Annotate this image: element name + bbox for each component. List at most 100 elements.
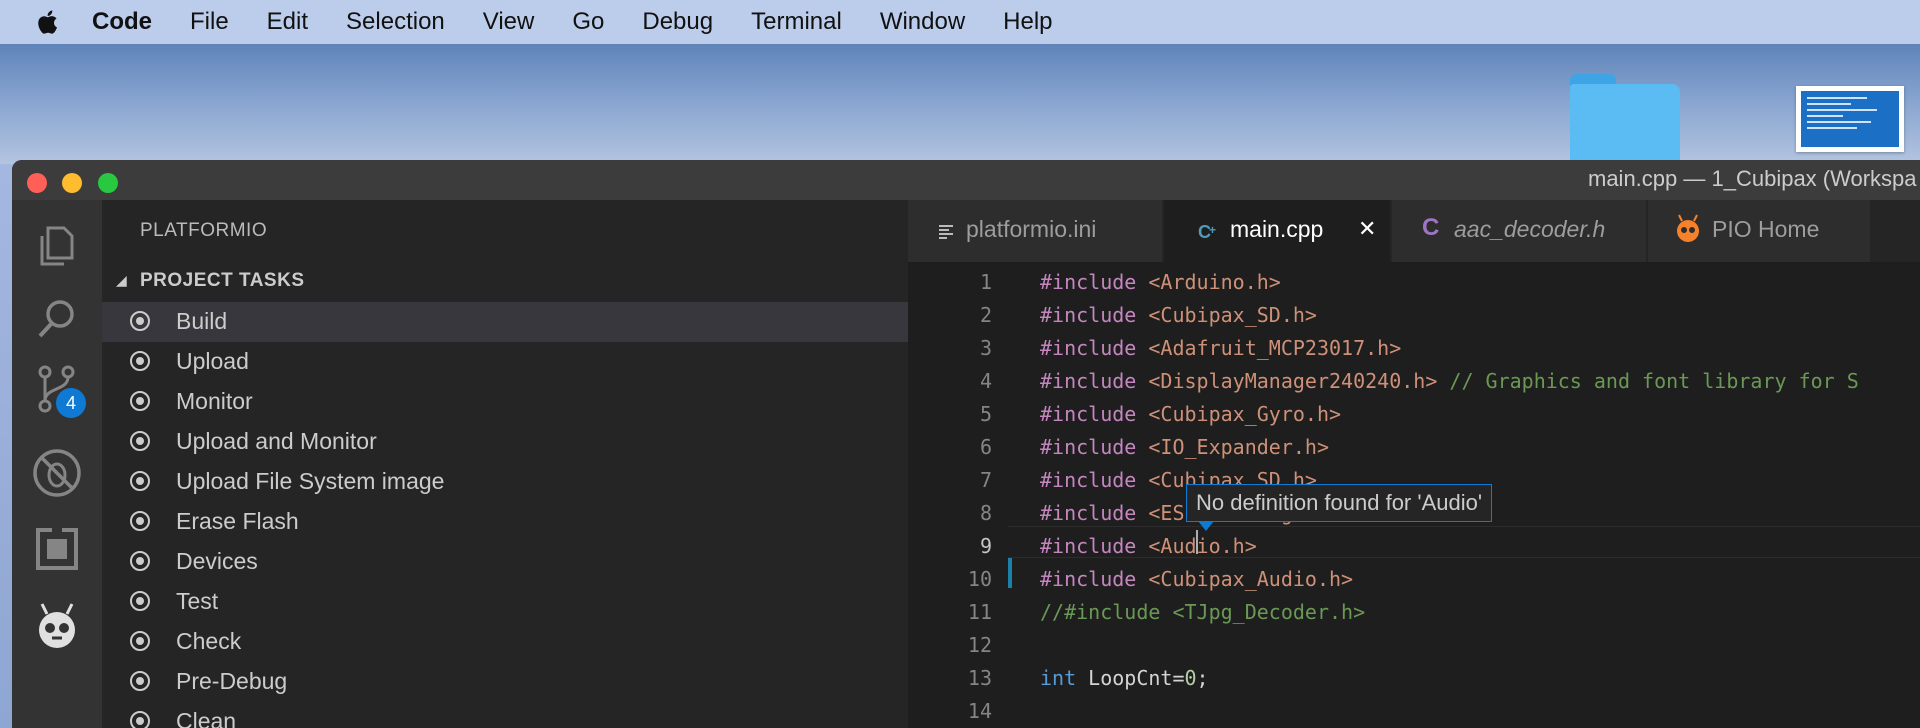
code-token: <Cubipax_Gyro.h> — [1148, 402, 1342, 426]
line-number: 5 — [979, 402, 992, 426]
menu-selection[interactable]: Selection — [346, 8, 445, 36]
menu-window[interactable]: Window — [880, 8, 965, 36]
tab-label: main.cpp — [1230, 216, 1324, 242]
task-label: Devices — [176, 548, 258, 574]
task-label: Upload — [176, 348, 249, 374]
tab-label: PIO Home — [1712, 216, 1820, 242]
zoom-window-button[interactable] — [98, 173, 118, 193]
close-window-button[interactable] — [27, 173, 47, 193]
text-cursor — [1196, 530, 1198, 554]
task-circle-icon — [130, 311, 150, 331]
close-tab-icon[interactable]: ✕ — [1358, 216, 1376, 242]
task-upload[interactable]: Upload — [102, 342, 908, 382]
code-token: <DisplayManager240240.h> — [1148, 369, 1438, 393]
task-upload-and-monitor[interactable]: Upload and Monitor — [102, 422, 908, 462]
minimize-window-button[interactable] — [62, 173, 82, 193]
code-line[interactable]: #include <Audio.h> — [1040, 534, 1257, 558]
scm-count-badge: 4 — [56, 388, 86, 418]
line-number: 12 — [967, 633, 992, 657]
code-token: <Audio.h> — [1148, 534, 1257, 558]
chevron-down-icon: ◢ — [116, 272, 127, 288]
tab-main-cpp[interactable]: C + main.cpp ✕ — [1164, 200, 1390, 262]
code-token: //#include <TJpg_Decoder.h> — [1040, 600, 1366, 624]
apple-icon[interactable] — [36, 9, 58, 35]
menu-help[interactable]: Help — [1003, 8, 1052, 36]
task-label: Check — [176, 628, 242, 654]
code-token: <Cubipax_Audio.h> — [1148, 567, 1354, 591]
hover-tooltip: No definition found for 'Audio' — [1186, 484, 1493, 522]
tab-platformio-ini[interactable]: platformio.ini — [908, 200, 1162, 262]
task-upload-filesystem[interactable]: Upload File System image — [102, 462, 908, 502]
code-line[interactable]: //#include <TJpg_Decoder.h> — [1040, 600, 1365, 624]
task-monitor[interactable]: Monitor — [102, 382, 908, 422]
sidebar-title: PLATFORMIO — [140, 220, 268, 241]
code-editor[interactable]: 1 2 3 4 5 6 7 8 9 10 11 12 13 14 #include <Arduino.h>… — [908, 262, 1920, 728]
code-line[interactable]: #include <DisplayManager240240.h> // Gra… — [1040, 369, 1859, 393]
code-token: <Adafruit_MCP23017.h> — [1148, 336, 1402, 360]
code-token: #include — [1040, 567, 1149, 591]
line-number: 13 — [967, 666, 992, 690]
menu-edit[interactable]: Edit — [267, 8, 308, 36]
tab-aac-decoder[interactable]: C aac_decoder.h — [1392, 200, 1646, 262]
line-number: 14 — [967, 699, 992, 723]
code-token: LoopCnt= — [1076, 666, 1185, 690]
extensions-icon[interactable] — [30, 522, 84, 576]
activity-bar: 4 — [12, 200, 102, 728]
code-line[interactable]: #include <Arduino.h> — [1040, 270, 1281, 294]
task-circle-icon — [130, 391, 150, 411]
desktop-screenshot-thumbnail[interactable] — [1796, 86, 1904, 152]
code-token: #include — [1040, 402, 1149, 426]
platformio-sidebar: PLATFORMIO ◢ PROJECT TASKS Build Upload … — [102, 200, 908, 728]
editor-tabs: platformio.ini C + main.cpp ✕ C aac_deco… — [908, 200, 1920, 262]
menu-view[interactable]: View — [483, 8, 535, 36]
code-token: #include — [1040, 501, 1149, 525]
desktop-folder-icon[interactable] — [1570, 74, 1680, 160]
task-devices[interactable]: Devices — [102, 542, 908, 582]
code-line[interactable]: #include <IO_Expander.h> — [1040, 435, 1329, 459]
task-pre-debug[interactable]: Pre-Debug — [102, 662, 908, 702]
code-line[interactable]: int LoopCnt=0; — [1040, 666, 1209, 690]
menu-terminal[interactable]: Terminal — [751, 8, 842, 36]
line-number: 11 — [967, 600, 992, 624]
task-erase-flash[interactable]: Erase Flash — [102, 502, 908, 542]
files-icon[interactable] — [30, 220, 84, 274]
task-label: Monitor — [176, 388, 253, 414]
task-circle-icon — [130, 551, 150, 571]
code-token: ; — [1196, 666, 1209, 690]
window-title: main.cpp — 1_Cubipax (Workspa — [1588, 166, 1917, 191]
code-token: #include — [1040, 303, 1149, 327]
code-line[interactable]: #include <Cubipax_Gyro.h> — [1040, 402, 1341, 426]
code-token: int — [1040, 666, 1077, 690]
project-tasks-section-header[interactable]: ◢ PROJECT TASKS — [102, 262, 908, 302]
menu-debug[interactable]: Debug — [642, 8, 713, 36]
c-icon: C — [1422, 214, 1440, 241]
menu-file[interactable]: File — [190, 8, 229, 36]
tab-label: platformio.ini — [966, 216, 1097, 242]
line-number: 2 — [979, 303, 992, 327]
tab-pio-home[interactable]: PIO Home — [1648, 200, 1870, 262]
debug-disabled-icon[interactable] — [30, 446, 84, 500]
task-circle-icon — [130, 711, 150, 728]
code-line[interactable]: #include <Cubipax_SD.h> — [1040, 303, 1317, 327]
line-number: 3 — [979, 336, 992, 360]
code-token: #include — [1040, 369, 1149, 393]
platformio-icon — [1677, 214, 1699, 242]
task-label: Upload and Monitor — [176, 428, 377, 454]
task-build[interactable]: Build — [102, 302, 908, 342]
task-circle-icon — [130, 631, 150, 651]
menu-go[interactable]: Go — [572, 8, 604, 36]
platformio-icon[interactable] — [30, 600, 84, 654]
task-label: Upload File System image — [176, 468, 445, 494]
search-icon[interactable] — [30, 292, 84, 346]
line-number: 1 — [979, 270, 992, 294]
menu-app-name[interactable]: Code — [92, 8, 152, 36]
task-circle-icon — [130, 511, 150, 531]
task-circle-icon — [130, 471, 150, 491]
task-check[interactable]: Check — [102, 622, 908, 662]
code-line[interactable]: #include <Cubipax_Audio.h> — [1040, 567, 1353, 591]
code-token: <Arduino.h> — [1148, 270, 1281, 294]
code-line[interactable]: #include <Adafruit_MCP23017.h> — [1040, 336, 1401, 360]
task-clean[interactable]: Clean — [102, 702, 908, 728]
section-label: PROJECT TASKS — [140, 270, 305, 291]
task-test[interactable]: Test — [102, 582, 908, 622]
